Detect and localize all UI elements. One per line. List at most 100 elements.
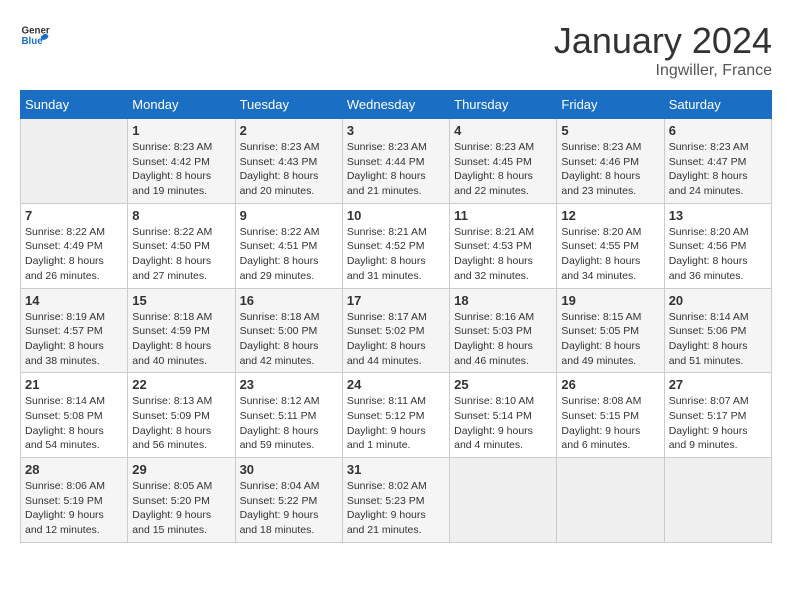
calendar-week-3: 14Sunrise: 8:19 AMSunset: 4:57 PMDayligh… [21, 288, 772, 373]
day-number: 7 [25, 208, 123, 223]
col-thursday: Thursday [450, 91, 557, 119]
calendar-header: Sunday Monday Tuesday Wednesday Thursday… [21, 91, 772, 119]
col-monday: Monday [128, 91, 235, 119]
calendar-cell: 12 Sunrise: 8:20 AMSunset: 4:55 PMDayligh… [557, 203, 664, 288]
calendar-cell: 19 Sunrise: 8:15 AMSunset: 5:05 PMDayligh… [557, 288, 664, 373]
day-info: Sunrise: 8:23 AMSunset: 4:43 PMDaylight:… [240, 140, 338, 199]
day-number: 18 [454, 293, 552, 308]
calendar-cell: 30 Sunrise: 8:04 AMSunset: 5:22 PMDayligh… [235, 458, 342, 543]
calendar-cell: 7 Sunrise: 8:22 AMSunset: 4:49 PMDaylight… [21, 203, 128, 288]
day-number: 8 [132, 208, 230, 223]
calendar-cell: 1 Sunrise: 8:23 AMSunset: 4:42 PMDaylight… [128, 119, 235, 204]
day-info: Sunrise: 8:06 AMSunset: 5:19 PMDaylight:… [25, 479, 123, 538]
calendar-cell: 29 Sunrise: 8:05 AMSunset: 5:20 PMDayligh… [128, 458, 235, 543]
day-number: 29 [132, 462, 230, 477]
calendar-cell: 22 Sunrise: 8:13 AMSunset: 5:09 PMDayligh… [128, 373, 235, 458]
calendar-cell: 18 Sunrise: 8:16 AMSunset: 5:03 PMDayligh… [450, 288, 557, 373]
day-info: Sunrise: 8:22 AMSunset: 4:49 PMDaylight:… [25, 225, 123, 284]
day-info: Sunrise: 8:18 AMSunset: 4:59 PMDaylight:… [132, 310, 230, 369]
calendar-cell: 3 Sunrise: 8:23 AMSunset: 4:44 PMDaylight… [342, 119, 449, 204]
calendar-week-4: 21 Sunrise: 8:14 AMSunset: 5:08 PMDayligh… [21, 373, 772, 458]
day-info: Sunrise: 8:13 AMSunset: 5:09 PMDaylight:… [132, 394, 230, 453]
title-block: January 2024 Ingwiller, France [554, 20, 772, 80]
day-info: Sunrise: 8:02 AMSunset: 5:23 PMDaylight:… [347, 479, 445, 538]
calendar-cell: 25Sunrise: 8:10 AMSunset: 5:14 PMDayligh… [450, 373, 557, 458]
col-wednesday: Wednesday [342, 91, 449, 119]
day-number: 20 [669, 293, 767, 308]
calendar-cell: 17 Sunrise: 8:17 AMSunset: 5:02 PMDayligh… [342, 288, 449, 373]
day-info: Sunrise: 8:14 AMSunset: 5:08 PMDaylight:… [25, 394, 123, 453]
day-info: Sunrise: 8:20 AMSunset: 4:55 PMDaylight:… [561, 225, 659, 284]
day-info: Sunrise: 8:15 AMSunset: 5:05 PMDaylight:… [561, 310, 659, 369]
day-number: 10 [347, 208, 445, 223]
day-number: 4 [454, 123, 552, 138]
calendar-cell: 16 Sunrise: 8:18 AMSunset: 5:00 PMDayligh… [235, 288, 342, 373]
day-number: 2 [240, 123, 338, 138]
calendar-cell [21, 119, 128, 204]
day-number: 12 [561, 208, 659, 223]
day-info: Sunrise: 8:23 AMSunset: 4:47 PMDaylight:… [669, 140, 767, 199]
day-info: Sunrise: 8:23 AMSunset: 4:44 PMDaylight:… [347, 140, 445, 199]
col-sunday: Sunday [21, 91, 128, 119]
calendar-cell: 24 Sunrise: 8:11 AMSunset: 5:12 PMDayligh… [342, 373, 449, 458]
day-info: Sunrise: 8:14 AMSunset: 5:06 PMDaylight:… [669, 310, 767, 369]
calendar-week-2: 7 Sunrise: 8:22 AMSunset: 4:49 PMDaylight… [21, 203, 772, 288]
day-info: Sunrise: 8:21 AMSunset: 4:52 PMDaylight:… [347, 225, 445, 284]
calendar-cell: 5 Sunrise: 8:23 AMSunset: 4:46 PMDaylight… [557, 119, 664, 204]
calendar-cell: 27Sunrise: 8:07 AMSunset: 5:17 PMDayligh… [664, 373, 771, 458]
calendar-cell: 14Sunrise: 8:19 AMSunset: 4:57 PMDayligh… [21, 288, 128, 373]
calendar-cell: 10 Sunrise: 8:21 AMSunset: 4:52 PMDayligh… [342, 203, 449, 288]
calendar-cell [450, 458, 557, 543]
day-number: 26 [561, 377, 659, 392]
calendar-week-1: 1 Sunrise: 8:23 AMSunset: 4:42 PMDaylight… [21, 119, 772, 204]
day-number: 25 [454, 377, 552, 392]
calendar-cell: 8 Sunrise: 8:22 AMSunset: 4:50 PMDaylight… [128, 203, 235, 288]
day-number: 30 [240, 462, 338, 477]
calendar-cell: 13Sunrise: 8:20 AMSunset: 4:56 PMDayligh… [664, 203, 771, 288]
logo: General Blue [20, 20, 50, 50]
day-info: Sunrise: 8:21 AMSunset: 4:53 PMDaylight:… [454, 225, 552, 284]
day-number: 5 [561, 123, 659, 138]
day-number: 11 [454, 208, 552, 223]
day-info: Sunrise: 8:04 AMSunset: 5:22 PMDaylight:… [240, 479, 338, 538]
calendar-week-5: 28Sunrise: 8:06 AMSunset: 5:19 PMDayligh… [21, 458, 772, 543]
calendar-body: 1 Sunrise: 8:23 AMSunset: 4:42 PMDaylight… [21, 119, 772, 543]
calendar-cell: 20 Sunrise: 8:14 AMSunset: 5:06 PMDayligh… [664, 288, 771, 373]
day-number: 9 [240, 208, 338, 223]
day-number: 15 [132, 293, 230, 308]
day-info: Sunrise: 8:18 AMSunset: 5:00 PMDaylight:… [240, 310, 338, 369]
day-number: 3 [347, 123, 445, 138]
calendar-cell: 11 Sunrise: 8:21 AMSunset: 4:53 PMDayligh… [450, 203, 557, 288]
day-info: Sunrise: 8:07 AMSunset: 5:17 PMDaylight:… [669, 394, 767, 453]
day-info: Sunrise: 8:22 AMSunset: 4:50 PMDaylight:… [132, 225, 230, 284]
day-number: 14 [25, 293, 123, 308]
month-year-title: January 2024 [554, 20, 772, 62]
day-info: Sunrise: 8:17 AMSunset: 5:02 PMDaylight:… [347, 310, 445, 369]
day-info: Sunrise: 8:23 AMSunset: 4:42 PMDaylight:… [132, 140, 230, 199]
day-number: 22 [132, 377, 230, 392]
day-number: 1 [132, 123, 230, 138]
day-number: 17 [347, 293, 445, 308]
logo-icon: General Blue [20, 20, 50, 50]
calendar-table: Sunday Monday Tuesday Wednesday Thursday… [20, 90, 772, 543]
col-friday: Friday [557, 91, 664, 119]
calendar-cell [664, 458, 771, 543]
day-number: 21 [25, 377, 123, 392]
day-number: 31 [347, 462, 445, 477]
calendar-cell [557, 458, 664, 543]
day-info: Sunrise: 8:23 AMSunset: 4:46 PMDaylight:… [561, 140, 659, 199]
col-tuesday: Tuesday [235, 91, 342, 119]
calendar-cell: 31 Sunrise: 8:02 AMSunset: 5:23 PMDayligh… [342, 458, 449, 543]
day-info: Sunrise: 8:16 AMSunset: 5:03 PMDaylight:… [454, 310, 552, 369]
day-info: Sunrise: 8:11 AMSunset: 5:12 PMDaylight:… [347, 394, 445, 453]
calendar-cell: 23Sunrise: 8:12 AMSunset: 5:11 PMDayligh… [235, 373, 342, 458]
day-number: 23 [240, 377, 338, 392]
location-subtitle: Ingwiller, France [554, 62, 772, 80]
day-number: 24 [347, 377, 445, 392]
day-info: Sunrise: 8:05 AMSunset: 5:20 PMDaylight:… [132, 479, 230, 538]
day-number: 19 [561, 293, 659, 308]
day-number: 16 [240, 293, 338, 308]
day-info: Sunrise: 8:23 AMSunset: 4:45 PMDaylight:… [454, 140, 552, 199]
calendar-cell: 9 Sunrise: 8:22 AMSunset: 4:51 PMDaylight… [235, 203, 342, 288]
day-info: Sunrise: 8:22 AMSunset: 4:51 PMDaylight:… [240, 225, 338, 284]
